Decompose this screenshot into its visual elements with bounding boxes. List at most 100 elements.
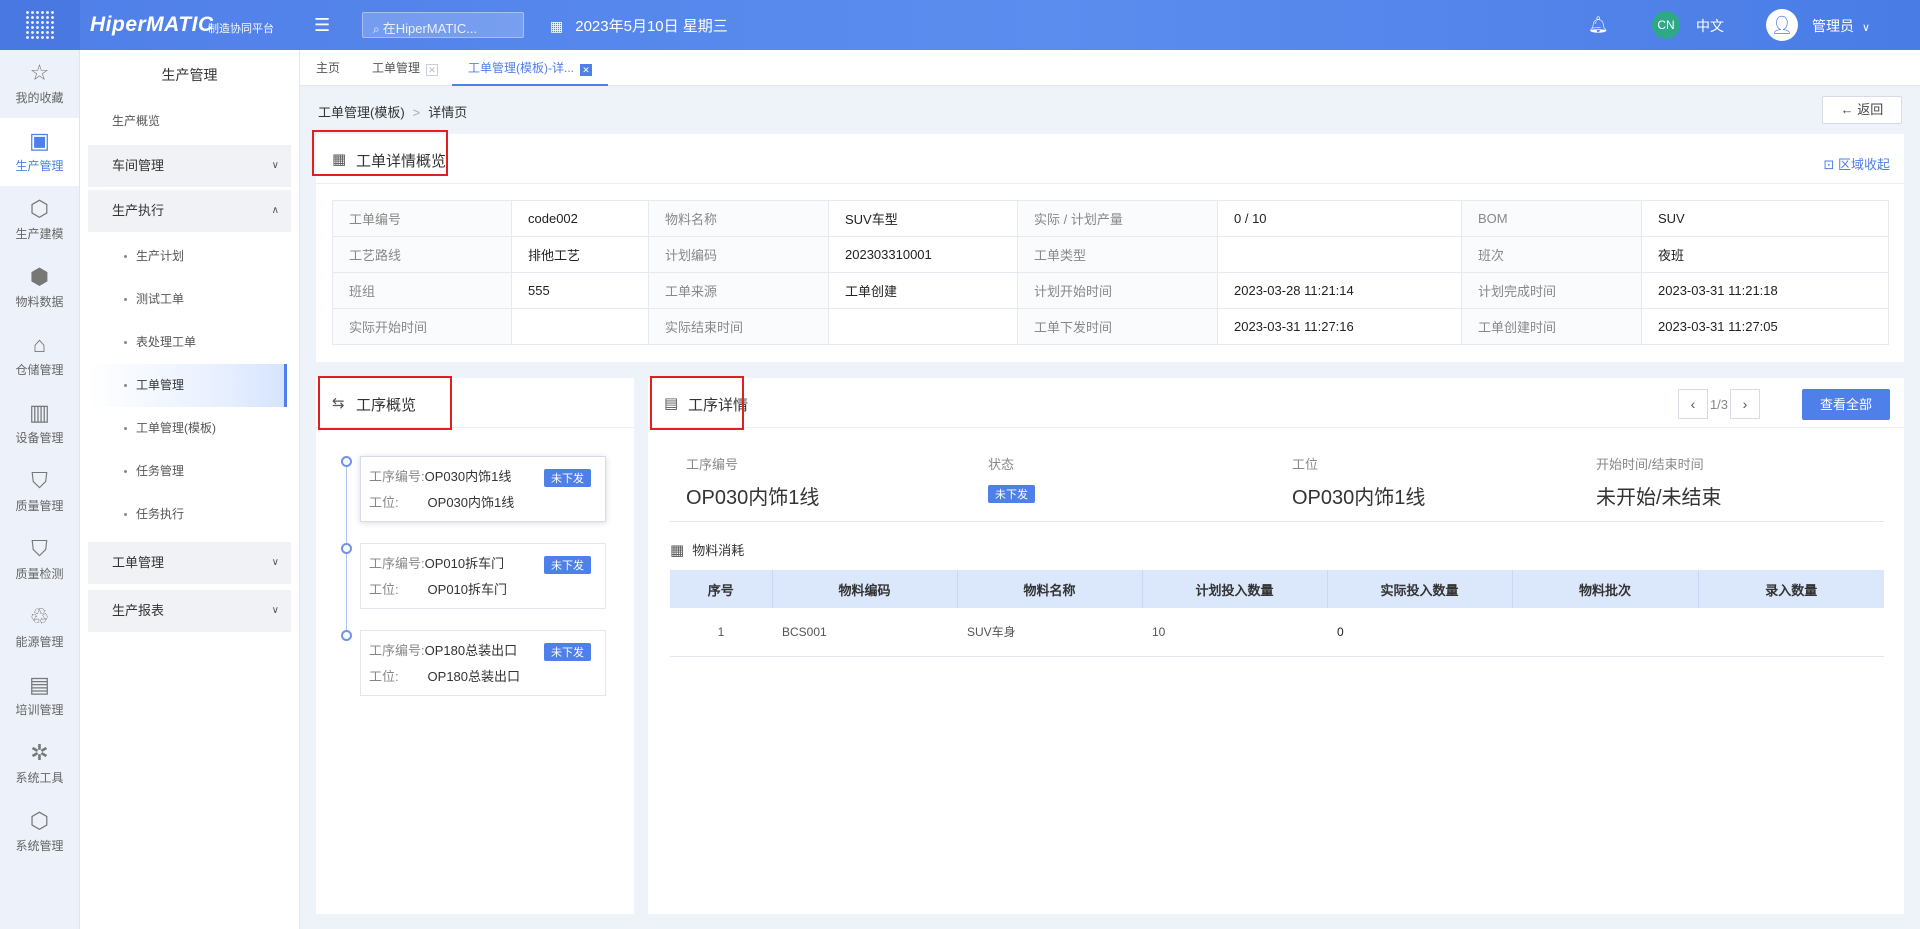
- language-switch[interactable]: 中文: [1696, 16, 1724, 36]
- top-bar: HiperMATIC 制造协同平台 ☰ ⌕ 在HiperMATIC... ▦ 202…: [0, 0, 1920, 50]
- menu-group-execution[interactable]: 生产执行 ∧: [88, 190, 291, 232]
- table-icon: ▦: [670, 542, 685, 559]
- rail-item-energy[interactable]: ♲ 能源管理: [0, 594, 79, 662]
- menu-item-surface-order[interactable]: 表处理工单: [80, 321, 299, 364]
- close-icon[interactable]: ✕: [580, 64, 592, 76]
- timeline-dot: [341, 543, 352, 554]
- rail-item-modeling[interactable]: ⬡ 生产建模: [0, 186, 79, 254]
- rail-item-favorites[interactable]: ☆ 我的收藏: [0, 50, 79, 118]
- breadcrumb-current: 详情页: [428, 105, 468, 120]
- view-all-button[interactable]: 查看全部: [1802, 389, 1890, 420]
- back-button[interactable]: ← 返回: [1822, 96, 1902, 124]
- workorder-overview-card: ▦ 工单详情概览 ⊡ 区域收起 工单编号 code002 物料名称 SUV车型 实际…: [312, 130, 1904, 362]
- table-row: 工艺路线 排他工艺 计划编码 202303310001 工单类型 班次 夜班: [332, 236, 1889, 273]
- bell-icon[interactable]: 🔔︎: [1588, 15, 1608, 35]
- brand-logo: HiperMATIC: [90, 13, 214, 36]
- brand-subtitle: 制造协同平台: [208, 23, 274, 35]
- highlight-box: [650, 376, 744, 430]
- menu-item-plan[interactable]: 生产计划: [80, 235, 299, 278]
- shield-icon: ⛉: [31, 468, 48, 493]
- rail-item-system[interactable]: ⬡ 系统管理: [0, 798, 79, 866]
- calendar-icon: ▦: [550, 18, 564, 34]
- tab-workorder-template-detail[interactable]: 工单管理(模板)-详... ✕: [452, 50, 608, 86]
- date-display: ▦ 2023年5月10日 星期三: [550, 18, 728, 35]
- highlight-box: [318, 376, 452, 430]
- process-card[interactable]: 工序编号:OP030内饰1线 工位: OP030内饰1线 未下发: [360, 456, 606, 522]
- timeline-dot: [341, 630, 352, 641]
- close-icon[interactable]: ✕: [426, 64, 439, 76]
- app-grid-icon[interactable]: [0, 0, 80, 50]
- device-icon: ▥: [29, 400, 50, 425]
- process-card[interactable]: 工序编号:OP010拆车门 工位: OP010拆车门 未下发: [360, 543, 606, 609]
- star-icon: ☆: [29, 60, 50, 85]
- process-station-field: 工位 OP030内饰1线: [1292, 457, 1426, 509]
- breadcrumb-parent[interactable]: 工单管理(模板): [318, 105, 405, 120]
- user-menu[interactable]: 管理员 ∨: [1812, 16, 1870, 36]
- chevron-down-icon: ∨: [271, 160, 279, 171]
- search-input[interactable]: ⌕ 在HiperMATIC...: [362, 12, 524, 38]
- prev-page-button[interactable]: ‹: [1678, 389, 1708, 419]
- breadcrumb: 工单管理(模板) > 详情页: [318, 105, 468, 120]
- process-status-field: 状态 未下发: [988, 454, 1035, 503]
- arrow-left-icon: ←: [1840, 102, 1854, 117]
- rail-item-production[interactable]: ▣ 生产管理: [0, 118, 79, 186]
- rail-item-warehouse[interactable]: ⌂ 仓储管理: [0, 322, 79, 390]
- material-section-title: ▦ 物料消耗: [670, 542, 745, 559]
- collapse-area-button[interactable]: ⊡ 区域收起: [1823, 154, 1890, 173]
- rail-item-inspection[interactable]: ⛉ 质量检测: [0, 526, 79, 594]
- card-header: ▤ 工序详情 ‹ 1/3 › 查看全部: [648, 378, 1904, 428]
- menu-item-workorder[interactable]: 工单管理: [88, 364, 287, 407]
- page-indicator: 1/3: [1709, 396, 1729, 412]
- process-code-field: 工序编号 OP030内饰1线: [686, 457, 820, 509]
- table-row: 班组 555 工单来源 工单创建 计划开始时间 2023-03-28 11:21:14…: [332, 272, 1889, 309]
- avatar[interactable]: 👤︎: [1766, 9, 1798, 41]
- rail-item-device[interactable]: ▥ 设备管理: [0, 390, 79, 458]
- table-row: 1 BCS001 SUV车身 10 0: [670, 608, 1884, 657]
- tab-home[interactable]: 主页: [316, 50, 340, 86]
- menu-group-report[interactable]: 生产报表 ∨: [88, 590, 291, 632]
- training-icon: ▤: [29, 672, 50, 697]
- process-time-field: 开始时间/结束时间 未开始/未结束: [1596, 457, 1722, 509]
- chevron-down-icon: ∨: [271, 605, 279, 616]
- language-badge[interactable]: CN: [1652, 11, 1680, 39]
- menu-group-workorder[interactable]: 工单管理 ∨: [88, 542, 291, 584]
- menu-group-workshop[interactable]: 车间管理 ∨: [88, 145, 291, 187]
- workorder-info-table: 工单编号 code002 物料名称 SUV车型 实际 / 计划产量 0 / 10 BO…: [332, 200, 1889, 345]
- status-badge: 未下发: [544, 643, 591, 661]
- process-overview-card: ⇆ 工序概览 工序编号:OP030内饰1线 工位: OP030内饰1线 未下发 …: [316, 376, 634, 914]
- chevron-up-icon: ∧: [271, 205, 279, 216]
- process-detail-card: ▤ 工序详情 ‹ 1/3 › 查看全部 工序编号 OP030内饰1线 状态 未下发 …: [648, 376, 1904, 914]
- material-table: 序号 物料编码 物料名称 计划投入数量 实际投入数量 物料批次 录入数量 1 B…: [670, 570, 1884, 657]
- rail-item-material[interactable]: ⬢ 物料数据: [0, 254, 79, 322]
- timeline-dot: [341, 456, 352, 467]
- tab-workorder[interactable]: 工单管理 ✕: [372, 50, 439, 86]
- chevron-right-icon: ›: [1742, 396, 1748, 412]
- rail-item-tools[interactable]: ✲ 系统工具: [0, 730, 79, 798]
- menu-item-task-manage[interactable]: 任务管理: [80, 450, 299, 493]
- rail-item-training[interactable]: ▤ 培训管理: [0, 662, 79, 730]
- table-header-row: 序号 物料编码 物料名称 计划投入数量 实际投入数量 物料批次 录入数量: [670, 570, 1884, 608]
- menu-item-workorder-template[interactable]: 工单管理(模板): [80, 407, 299, 450]
- status-badge: 未下发: [988, 485, 1035, 503]
- menu-item-task-exec[interactable]: 任务执行: [80, 493, 299, 536]
- menu-item-overview[interactable]: 生产概览: [80, 100, 299, 142]
- status-badge: 未下发: [544, 556, 591, 574]
- warehouse-icon: ⌂: [32, 332, 47, 357]
- settings-cube-icon: ⬡: [29, 808, 50, 833]
- process-card[interactable]: 工序编号:OP180总装出口 工位: OP180总装出口 未下发: [360, 630, 606, 696]
- box-icon: ⬢: [29, 264, 50, 289]
- pager: ‹ 1/3 ›: [1678, 389, 1760, 419]
- module-rail: ☆ 我的收藏 ▣ 生产管理 ⬡ 生产建模 ⬢ 物料数据 ⌂ 仓储管理 ▥ 设备管理 ⛉ 质量管…: [0, 50, 80, 929]
- menu-item-test-order[interactable]: 测试工单: [80, 278, 299, 321]
- page-tabs: 主页 工单管理 ✕ 工单管理(模板)-详... ✕: [300, 50, 1920, 86]
- chevron-left-icon: ‹: [1690, 396, 1696, 412]
- chevron-down-icon: ∨: [271, 557, 279, 568]
- rail-item-quality[interactable]: ⛉ 质量管理: [0, 458, 79, 526]
- recycle-icon: ♲: [29, 604, 50, 629]
- menu-toggle-icon[interactable]: ☰: [314, 15, 330, 36]
- chevron-down-icon: ∨: [1862, 22, 1871, 34]
- status-badge: 未下发: [544, 469, 591, 487]
- side-menu: 生产管理 生产概览 车间管理 ∨ 生产执行 ∧ 生产计划 测试工单 表处理工单 工单…: [80, 50, 300, 929]
- next-page-button[interactable]: ›: [1730, 389, 1760, 419]
- table-row: 实际开始时间 实际结束时间 工单下发时间 2023-03-31 11:27:16 …: [332, 308, 1889, 345]
